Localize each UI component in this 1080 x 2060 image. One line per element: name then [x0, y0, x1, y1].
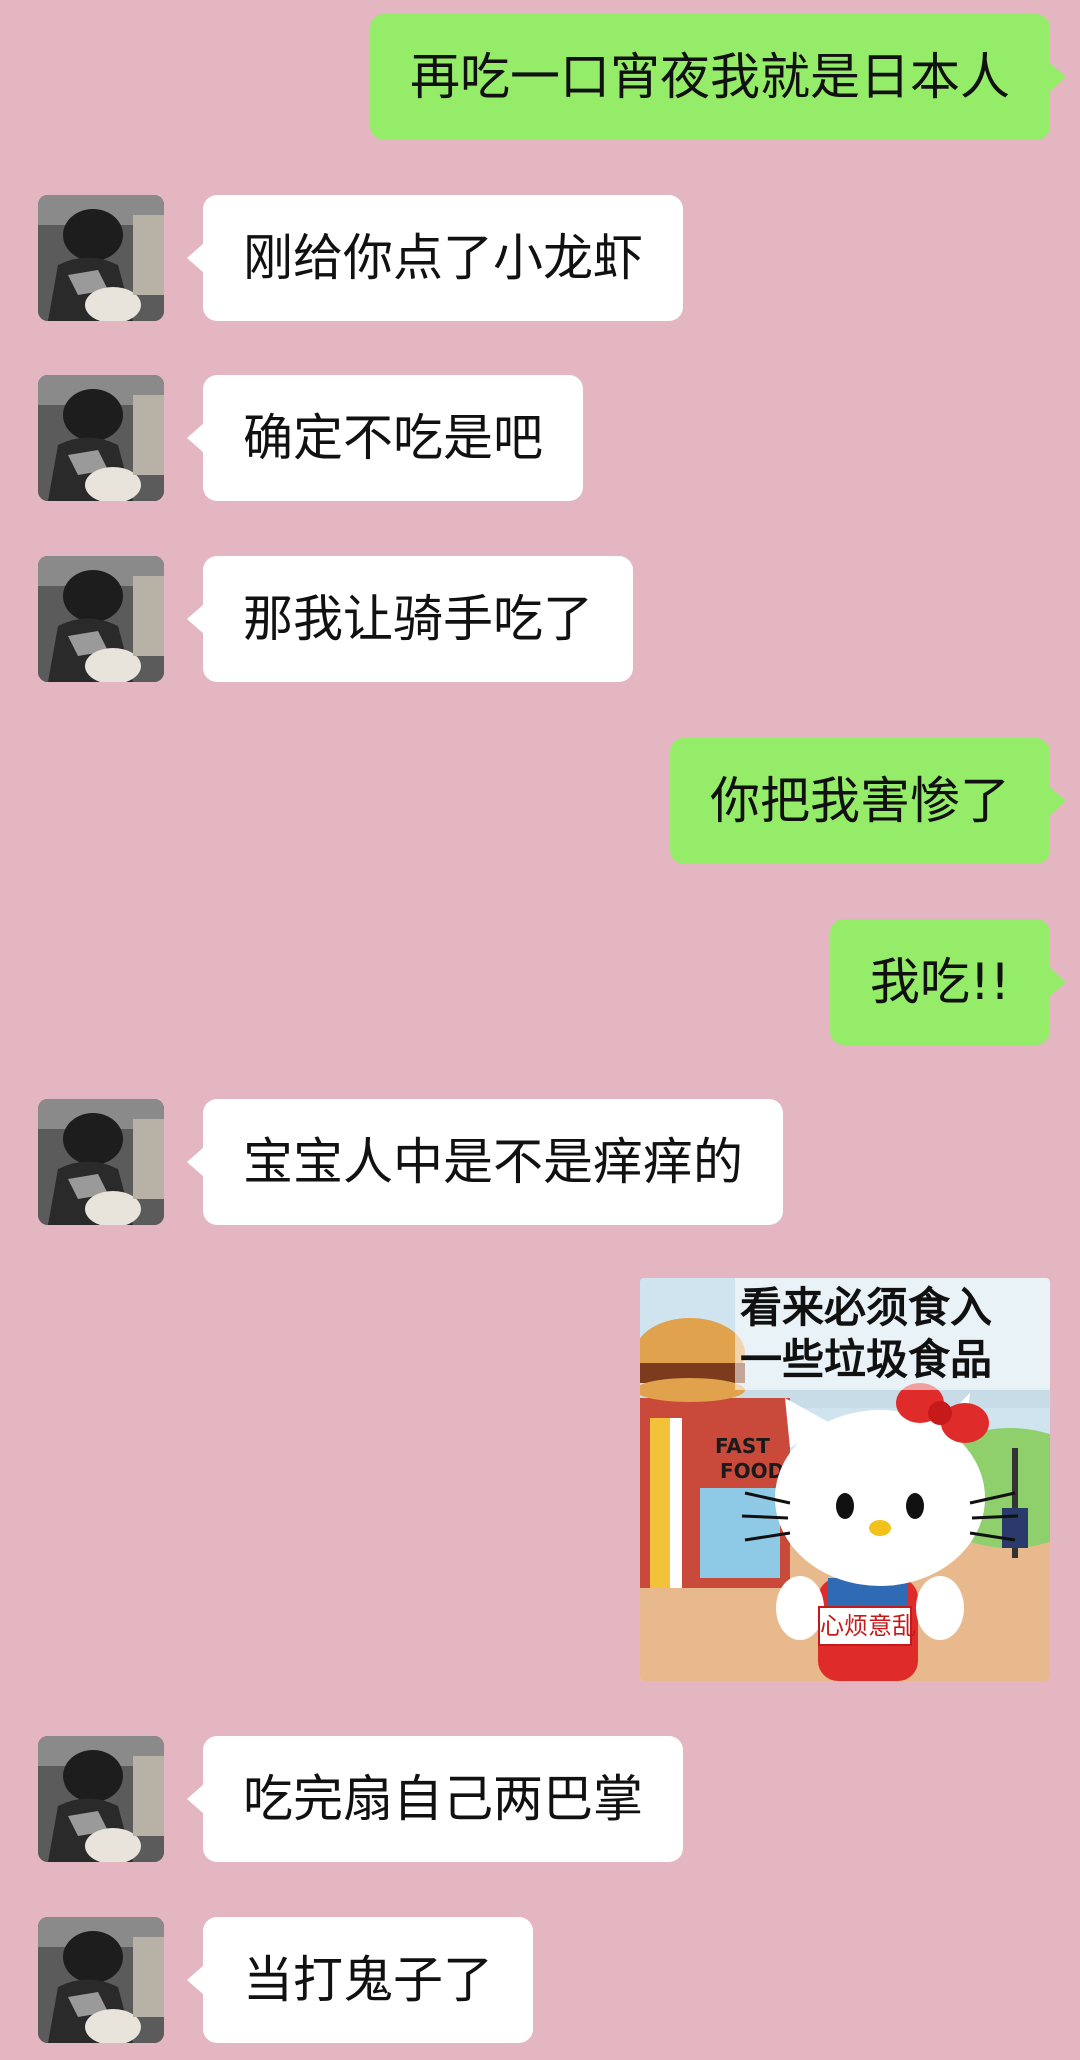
- message-bubble-other[interactable]: 那我让骑手吃了: [187, 556, 633, 682]
- message-row-self: 再吃一口宵夜我就是日本人: [0, 14, 1080, 140]
- storefront-label: FAST: [715, 1434, 770, 1458]
- message-bubble-self[interactable]: 再吃一口宵夜我就是日本人: [370, 14, 1066, 140]
- message-bubble-other[interactable]: 吃完扇自己两巴掌: [187, 1736, 683, 1862]
- sticker-caption-line2: 一些垃圾食品: [740, 1335, 993, 1384]
- message-row-self: FAST FOOD 看来必须食入 一些垃圾食品 心烦意乱: [0, 1278, 1080, 1681]
- message-row-other: 宝宝人中是不是痒痒的: [0, 1099, 1080, 1225]
- contact-avatar[interactable]: [38, 375, 164, 501]
- message-row-other: 吃完扇自己两巴掌: [0, 1736, 1080, 1862]
- contact-avatar[interactable]: [38, 195, 164, 321]
- sticker-sign-text: 心烦意乱: [818, 1606, 916, 1646]
- contact-avatar[interactable]: [38, 1917, 164, 2043]
- sticker-image[interactable]: FAST FOOD 看来必须食入 一些垃圾食品 心烦意乱: [640, 1278, 1050, 1681]
- sticker-caption-line1: 看来必须食入: [740, 1283, 993, 1332]
- message-bubble-other[interactable]: 刚给你点了小龙虾: [187, 195, 683, 321]
- message-row-self: 你把我害惨了: [0, 738, 1080, 864]
- message-row-other: 那我让骑手吃了: [0, 556, 1080, 682]
- contact-avatar[interactable]: [38, 1736, 164, 1862]
- contact-avatar[interactable]: [38, 556, 164, 682]
- message-row-other: 刚给你点了小龙虾: [0, 195, 1080, 321]
- message-row-other: 当打鬼子了: [0, 1917, 1080, 2043]
- message-bubble-other[interactable]: 当打鬼子了: [187, 1917, 533, 2043]
- message-row-self: 我吃!!: [0, 919, 1080, 1045]
- message-bubble-other[interactable]: 宝宝人中是不是痒痒的: [187, 1099, 783, 1225]
- message-bubble-self[interactable]: 我吃!!: [829, 919, 1067, 1045]
- contact-avatar[interactable]: [38, 1099, 164, 1225]
- storefront-label: FOOD: [720, 1459, 784, 1483]
- message-row-other: 确定不吃是吧: [0, 375, 1080, 501]
- message-bubble-other[interactable]: 确定不吃是吧: [187, 375, 583, 501]
- chat-area[interactable]: 再吃一口宵夜我就是日本人 刚给你点了小龙虾 确定不吃是吧 那我让骑手吃了 你把我…: [0, 0, 1080, 2060]
- message-bubble-self[interactable]: 你把我害惨了: [670, 738, 1066, 864]
